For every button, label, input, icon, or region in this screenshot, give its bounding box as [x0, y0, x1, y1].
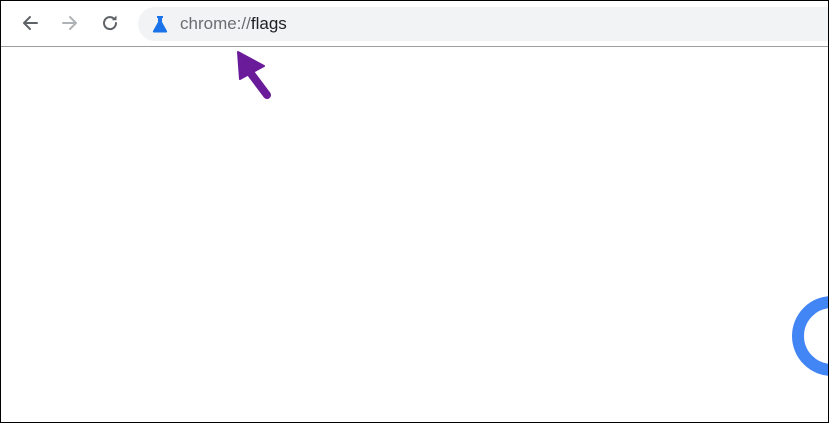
reload-button[interactable]	[94, 7, 126, 39]
spinner-icon	[792, 296, 828, 376]
browser-toolbar: chrome://flags	[1, 1, 828, 47]
flask-icon	[152, 16, 168, 33]
url-host: flags	[250, 14, 287, 33]
page-content	[1, 47, 828, 422]
address-bar[interactable]: chrome://flags	[138, 7, 828, 41]
arrow-right-icon	[62, 16, 77, 30]
url-text[interactable]: chrome://flags	[180, 14, 287, 34]
back-button[interactable]	[14, 7, 46, 39]
url-scheme: chrome://	[180, 14, 251, 33]
reload-icon	[103, 15, 118, 31]
arrow-pointer-icon	[237, 51, 271, 99]
browser-window: chrome://flags	[0, 0, 829, 423]
forward-button[interactable]	[54, 7, 86, 39]
arrow-left-icon	[23, 16, 38, 30]
